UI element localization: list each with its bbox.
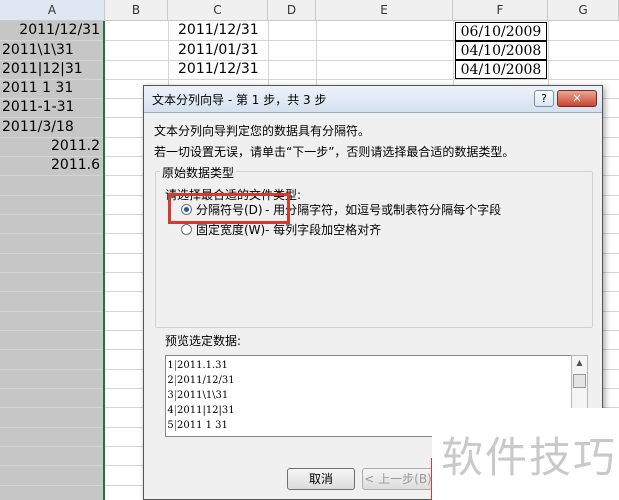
cell-c3[interactable]: 2011/12/31 bbox=[178, 60, 278, 79]
delimited-description: - 用分隔字符，如逗号或制表符分隔每个字段 bbox=[265, 203, 502, 217]
fixed-width-radio[interactable] bbox=[181, 224, 192, 235]
cancel-button[interactable]: 取消 bbox=[287, 468, 355, 490]
scroll-up-icon[interactable]: ▲ bbox=[572, 356, 587, 370]
preview-row-number: 2 bbox=[166, 375, 176, 386]
preview-line: 2011.1.31 bbox=[177, 360, 228, 371]
column-header-f[interactable]: F bbox=[453, 0, 548, 21]
column-header-d[interactable]: D bbox=[268, 0, 316, 21]
preview-line: 2011/12/31 bbox=[177, 375, 235, 386]
back-button[interactable]: < 上一步(B) bbox=[362, 468, 434, 490]
column-header-a[interactable]: A bbox=[0, 0, 105, 21]
preview-row-number: 3 bbox=[166, 390, 176, 401]
preview-row-number: 4 bbox=[166, 405, 176, 416]
column-header-e[interactable]: E bbox=[316, 0, 453, 21]
cell-f3[interactable]: 04/10/2008 bbox=[455, 60, 547, 79]
intro-text-2: 若一切设置无误，请单击“下一步”，否则请选择最合适的数据类型。 bbox=[154, 145, 515, 159]
highlight-annotation bbox=[168, 193, 290, 224]
cell-a4[interactable]: 2011 1 31 bbox=[2, 79, 102, 98]
preview-line: 2011\1\31 bbox=[177, 390, 229, 401]
watermark-text: 软件技巧 bbox=[441, 433, 618, 482]
intro-text-1: 文本分列向导判定您的数据具有分隔符。 bbox=[154, 124, 371, 138]
cell-a3[interactable]: 2011|12|31 bbox=[2, 60, 102, 79]
column-header-b[interactable]: B bbox=[105, 0, 168, 21]
cell-a6[interactable]: 2011/3/18 bbox=[2, 118, 102, 137]
preview-label: 预览选定数据: bbox=[165, 334, 242, 348]
scroll-thumb[interactable] bbox=[573, 374, 586, 388]
preview-line: 2011 1 31 bbox=[177, 420, 228, 431]
cell-f1[interactable]: 06/10/2009 bbox=[455, 22, 547, 41]
help-button[interactable]: ? bbox=[534, 90, 554, 107]
cell-a7[interactable]: 2011.2 bbox=[2, 137, 100, 156]
column-header-c[interactable]: C bbox=[168, 0, 268, 21]
preview-line: 2011|12|31 bbox=[177, 405, 235, 416]
preview-row-number: 5 bbox=[166, 420, 176, 431]
cell-a8[interactable]: 2011.6 bbox=[2, 156, 100, 175]
cell-a1[interactable]: 2011/12/31 bbox=[2, 21, 100, 40]
dialog-titlebar[interactable]: 文本分列向导 - 第 1 步，共 3 步 ? ✕ bbox=[144, 86, 602, 113]
cell-c2[interactable]: 2011/01/31 bbox=[178, 41, 278, 60]
cell-a5[interactable]: 2011-1-31 bbox=[2, 98, 102, 117]
cell-c1[interactable]: 2011/12/31 bbox=[178, 21, 278, 40]
dialog-title: 文本分列向导 - 第 1 步，共 3 步 bbox=[152, 93, 327, 107]
column-header-g[interactable]: G bbox=[548, 0, 619, 21]
cell-f2[interactable]: 04/10/2008 bbox=[455, 41, 547, 60]
cell-a2[interactable]: 2011\1\31 bbox=[2, 41, 102, 60]
preview-row-number: 1 bbox=[166, 360, 176, 371]
column-a-selection-border bbox=[103, 21, 105, 500]
group-label: 原始数据类型 bbox=[160, 164, 237, 181]
close-button[interactable]: ✕ bbox=[557, 90, 597, 107]
